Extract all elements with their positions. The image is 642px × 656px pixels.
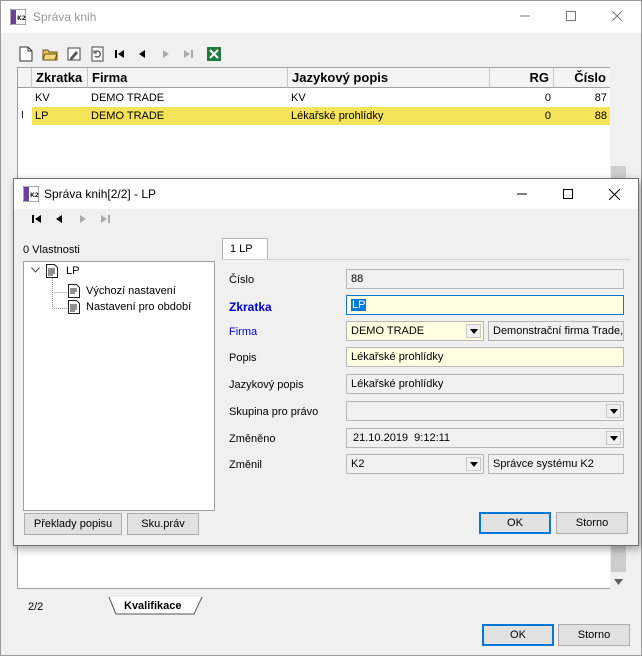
cislo-label: Číslo — [229, 274, 255, 286]
cell-zkratka: LP — [35, 110, 49, 122]
scroll-down-icon — [614, 579, 623, 585]
tab-kvalifikace[interactable]: Kvalifikace — [108, 597, 204, 615]
tab-kvalifikace-label: Kvalifikace — [124, 600, 182, 612]
excel-export-icon[interactable] — [205, 45, 223, 63]
refresh-icon[interactable] — [89, 45, 107, 63]
main-window-title: Správa knih — [33, 10, 97, 24]
dialog-last-record-icon — [96, 210, 114, 228]
dialog-first-record-icon[interactable] — [28, 210, 46, 228]
grid-header-indicator — [18, 68, 32, 88]
dialog-ok-button[interactable]: OK — [479, 512, 551, 534]
tab-1-lp-label: 1 LP — [230, 243, 253, 255]
edit-pencil-icon[interactable] — [65, 45, 83, 63]
firma-select[interactable]: DEMO TRADE — [346, 321, 484, 341]
column-header-zkratka[interactable]: Zkratka — [32, 68, 88, 88]
tree-expand-chevron-icon[interactable] — [31, 267, 40, 273]
zmenil-description: Správce systému K2 — [488, 454, 624, 474]
column-header-firma[interactable]: Firma — [88, 68, 288, 88]
app-logo-icon: K2 — [23, 186, 39, 202]
zkratka-input[interactable]: LP — [346, 295, 624, 315]
popis-input[interactable]: Lékařské prohlídky — [346, 347, 624, 367]
firma-label[interactable]: Firma — [229, 326, 257, 338]
translations-button[interactable]: Překlady popisu — [24, 513, 122, 535]
column-header-rg[interactable]: RG — [490, 68, 554, 88]
tree-item-default-settings[interactable]: Výchozí nastavení — [86, 285, 176, 297]
cell-rg: 0 — [544, 92, 551, 104]
zmenil-label: Změnil — [229, 459, 263, 471]
cell-cislo: 87 — [594, 92, 607, 104]
dialog-previous-record-icon[interactable] — [50, 210, 68, 228]
zkratka-label: Zkratka — [229, 300, 272, 314]
previous-record-icon[interactable] — [133, 45, 151, 63]
chevron-down-icon[interactable] — [606, 431, 621, 445]
cell-cislo: 88 — [594, 110, 607, 122]
document-icon — [68, 300, 80, 317]
cell-jazykovy-popis: KV — [291, 92, 306, 104]
popis-label: Popis — [229, 352, 257, 364]
dialog-minimize-button[interactable] — [499, 179, 545, 209]
document-icon — [68, 284, 80, 301]
cell-zkratka: KV — [35, 92, 50, 104]
chevron-down-icon[interactable] — [606, 404, 621, 418]
next-record-icon — [157, 45, 175, 63]
tree-item-period-settings[interactable]: Nastavení pro období — [86, 301, 191, 313]
tree-item-root[interactable]: LP — [66, 265, 79, 277]
table-row-selected[interactable]: I LP DEMO TRADE Lékařské prohlídky 0 88 — [18, 107, 610, 125]
cislo-field: 88 — [346, 269, 624, 289]
table-row[interactable]: KV DEMO TRADE KV 0 87 — [18, 89, 610, 107]
column-header-jazykovy-popis[interactable]: Jazykový popis — [288, 68, 490, 88]
close-button[interactable] — [594, 1, 640, 31]
firma-description: Demonstrační firma Trade, — [488, 321, 624, 341]
sku-prav-button[interactable]: Sku.práv — [127, 513, 199, 535]
jazykovy-popis-label: Jazykový popis — [229, 379, 304, 391]
column-header-cislo[interactable]: Číslo — [554, 68, 610, 88]
dialog-titlebar: K2 Správa knih[2/2] - LP — [14, 179, 638, 209]
zmeneno-select-value: 21.10.2019 9:12:11 — [353, 432, 451, 444]
properties-tree: LP Výchozí nastavení Nastavení pro obdob… — [23, 261, 215, 511]
dialog-close-button[interactable] — [591, 179, 637, 209]
dialog-maximize-button[interactable] — [545, 179, 591, 209]
app-logo-icon: K2 — [10, 9, 26, 25]
first-record-icon[interactable] — [111, 45, 129, 63]
zkratka-input-value: LP — [351, 299, 367, 311]
main-ok-button[interactable]: OK — [482, 624, 554, 646]
tab-1-lp[interactable]: 1 LP — [222, 238, 268, 260]
zmeneno-label: Změněno — [229, 433, 276, 445]
properties-label: 0 Vlastnosti — [23, 244, 80, 256]
tab-divider — [222, 259, 630, 260]
maximize-button[interactable] — [548, 1, 594, 31]
zmeneno-select[interactable]: 21.10.2019 9:12:11 — [346, 428, 624, 448]
svg-text:K2: K2 — [30, 192, 39, 199]
jazykovy-popis-field: Lékařské prohlídky — [346, 374, 624, 394]
chevron-down-icon[interactable] — [466, 457, 481, 471]
book-detail-dialog: K2 Správa knih[2/2] - LP 0 Vlastnosti LP… — [13, 178, 639, 546]
main-window-titlebar: K2 Správa knih — [1, 1, 641, 33]
status-bar: 2/2 — [17, 597, 617, 617]
firma-select-value: DEMO TRADE — [351, 325, 425, 337]
chevron-down-icon[interactable] — [466, 324, 481, 338]
main-cancel-button[interactable]: Storno — [558, 624, 630, 646]
record-position: 2/2 — [28, 601, 44, 613]
last-record-icon — [179, 45, 197, 63]
dialog-title: Správa knih[2/2] - LP — [44, 187, 157, 201]
zmenil-select-value: K2 — [351, 458, 365, 470]
skupina-select[interactable] — [346, 401, 624, 421]
main-toolbar — [17, 45, 227, 65]
svg-text:K2: K2 — [17, 15, 26, 22]
zmenil-select[interactable]: K2 — [346, 454, 484, 474]
cell-rg: 0 — [544, 110, 551, 122]
cell-firma: DEMO TRADE — [91, 110, 165, 122]
cell-jazykovy-popis: Lékařské prohlídky — [291, 110, 384, 122]
new-document-icon[interactable] — [17, 45, 35, 63]
dialog-cancel-button[interactable]: Storno — [556, 512, 628, 534]
open-folder-icon[interactable] — [41, 45, 59, 63]
skupina-label: Skupina pro právo — [229, 406, 319, 418]
minimize-button[interactable] — [502, 1, 548, 31]
row-marker: I — [18, 107, 32, 125]
cell-firma: DEMO TRADE — [91, 92, 165, 104]
dialog-next-record-icon — [74, 210, 92, 228]
